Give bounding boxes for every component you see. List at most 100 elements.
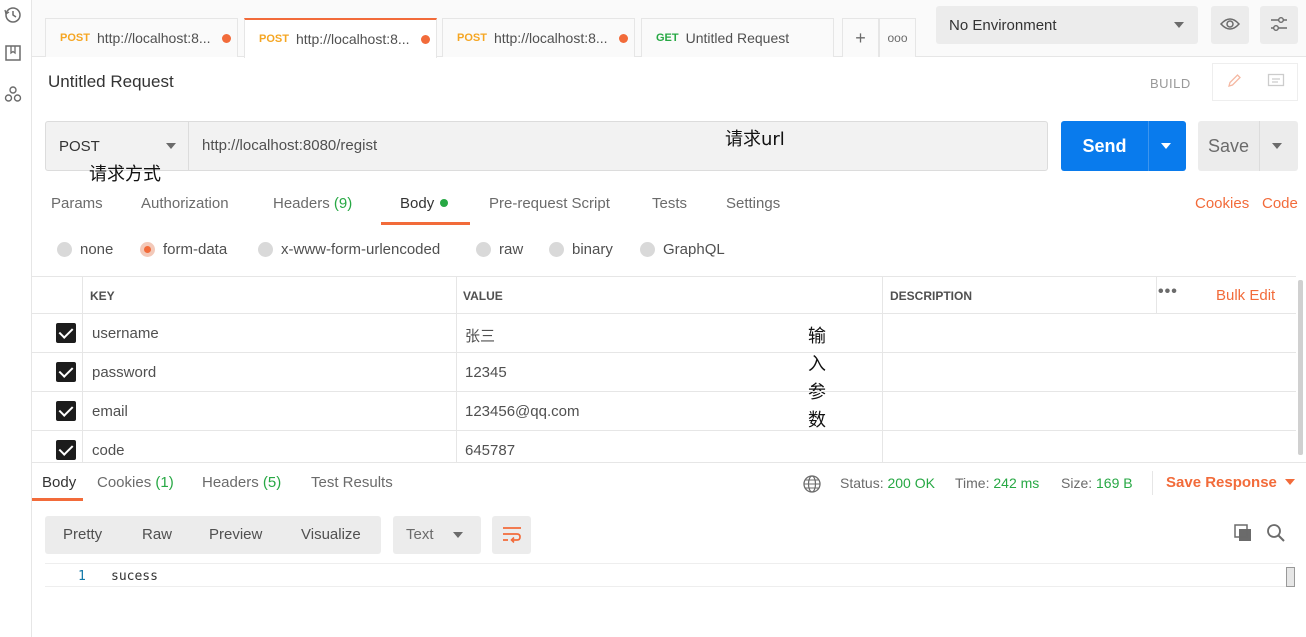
response-tab-headers-label: Headers	[202, 474, 259, 491]
radio-label: form-data	[163, 241, 228, 258]
response-body-text[interactable]: sucess	[111, 569, 158, 584]
chevron-down-icon	[1174, 22, 1184, 28]
response-time: Time: 242 ms	[955, 475, 1039, 491]
row-checkbox[interactable]	[56, 440, 76, 460]
param-key[interactable]: code	[92, 442, 125, 459]
format-value: Text	[406, 526, 434, 543]
time-value[interactable]: 242 ms	[993, 475, 1039, 491]
tab-options-button[interactable]: ooo	[879, 18, 916, 57]
tab-tests[interactable]: Tests	[652, 195, 687, 212]
size-value[interactable]: 169 B	[1096, 475, 1133, 491]
headers-count: (9)	[333, 195, 353, 212]
globe-icon[interactable]	[802, 474, 822, 497]
divider	[1156, 276, 1157, 314]
url-input[interactable]: http://localhost:8080/regist	[202, 137, 377, 154]
response-tab-test-results[interactable]: Test Results	[311, 474, 393, 491]
chevron-down-icon	[453, 532, 463, 538]
response-tab-body[interactable]: Body	[42, 474, 76, 491]
radio-icon	[640, 242, 655, 257]
request-tab[interactable]: POST http://localhost:8...	[45, 18, 238, 57]
body-type-none[interactable]: none	[57, 241, 113, 258]
sliders-icon	[1269, 15, 1289, 36]
response-status: Status: 200 OK	[840, 475, 935, 491]
chevron-down-icon[interactable]	[1272, 143, 1282, 149]
body-type-urlencoded[interactable]: x-www-form-urlencoded	[258, 241, 440, 258]
column-value: VALUE	[463, 289, 503, 303]
param-key[interactable]: password	[92, 364, 156, 381]
tab-headers[interactable]: Headers (9)	[273, 195, 352, 212]
code-link[interactable]: Code	[1262, 195, 1298, 212]
table-header: KEY VALUE DESCRIPTION ••• Bulk Edit	[32, 276, 1296, 314]
response-tab-cookies[interactable]: Cookies (1)	[97, 474, 174, 491]
left-sidebar-rail	[0, 0, 32, 637]
row-checkbox[interactable]	[56, 323, 76, 343]
view-raw[interactable]: Raw	[142, 526, 172, 543]
cookies-link[interactable]: Cookies	[1195, 195, 1249, 212]
tab-method: POST	[259, 33, 289, 45]
tab-pre-request-script[interactable]: Pre-request Script	[489, 195, 610, 212]
chevron-down-icon[interactable]	[1161, 143, 1171, 149]
status-value[interactable]: 200 OK	[887, 475, 934, 491]
bulk-edit-link[interactable]: Bulk Edit	[1216, 287, 1275, 304]
tab-params[interactable]: Params	[51, 195, 103, 212]
tab-authorization[interactable]: Authorization	[141, 195, 229, 212]
request-tab-active[interactable]: POST http://localhost:8...	[244, 18, 437, 58]
response-body-editor[interactable]: 1 sucess	[45, 563, 1293, 587]
more-options-icon[interactable]: •••	[1158, 283, 1178, 301]
param-value[interactable]: 12345	[465, 364, 507, 381]
request-tab[interactable]: GET Untitled Request	[641, 18, 834, 57]
scrollbar[interactable]	[1286, 567, 1295, 587]
scrollbar[interactable]	[1298, 280, 1303, 455]
comments-button[interactable]	[1255, 64, 1297, 100]
annotation-method: 请求方式	[89, 164, 161, 185]
row-checkbox[interactable]	[56, 401, 76, 421]
new-tab-button[interactable]: +	[842, 18, 879, 57]
status-dot-icon	[440, 199, 449, 207]
response-format-select[interactable]: Text	[393, 516, 481, 554]
build-mode-toggle	[1212, 63, 1298, 101]
view-visualize[interactable]: Visualize	[301, 526, 361, 543]
request-title[interactable]: Untitled Request	[48, 72, 174, 92]
save-response-label: Save Response	[1166, 474, 1277, 491]
body-type-form-data[interactable]: form-data	[140, 241, 227, 258]
param-value[interactable]: 645787	[465, 442, 515, 459]
history-icon[interactable]	[4, 6, 22, 24]
view-preview[interactable]: Preview	[209, 526, 262, 543]
unsaved-dot-icon	[222, 34, 231, 43]
tab-body[interactable]: Body	[400, 195, 449, 212]
wrap-lines-icon	[501, 525, 523, 546]
collections-icon[interactable]	[4, 44, 22, 62]
environment-selector[interactable]: No Environment	[936, 6, 1198, 44]
edit-button[interactable]	[1213, 64, 1255, 100]
eye-icon	[1219, 17, 1241, 34]
body-type-raw[interactable]: raw	[476, 241, 523, 258]
radio-icon	[258, 242, 273, 257]
save-button[interactable]: Save	[1198, 121, 1298, 171]
body-type-graphql[interactable]: GraphQL	[640, 241, 725, 258]
send-button[interactable]: Send	[1061, 121, 1186, 171]
tab-url: http://localhost:8...	[295, 31, 410, 47]
tab-method: GET	[656, 32, 679, 44]
body-type-binary[interactable]: binary	[549, 241, 613, 258]
search-icon[interactable]	[1266, 523, 1286, 546]
response-tab-cookies-label: Cookies	[97, 474, 152, 491]
request-tab[interactable]: POST http://localhost:8...	[442, 18, 635, 57]
column-key: KEY	[90, 289, 115, 303]
param-value[interactable]: 123456@qq.com	[465, 403, 579, 420]
unsaved-dot-icon	[619, 34, 628, 43]
wrap-lines-button[interactable]	[492, 516, 531, 554]
param-key[interactable]: email	[92, 403, 128, 420]
response-tab-headers[interactable]: Headers (5)	[202, 474, 281, 491]
divider	[1259, 121, 1260, 171]
radio-selected-icon	[140, 242, 155, 257]
param-key[interactable]: username	[92, 325, 159, 342]
copy-icon[interactable]	[1233, 523, 1253, 546]
apis-icon[interactable]	[4, 85, 22, 103]
param-value[interactable]: 张三	[465, 325, 495, 346]
environment-quick-look-button[interactable]	[1211, 6, 1249, 44]
manage-environments-button[interactable]	[1260, 6, 1298, 44]
tab-settings[interactable]: Settings	[726, 195, 780, 212]
save-response-button[interactable]: Save Response	[1166, 474, 1295, 491]
row-checkbox[interactable]	[56, 362, 76, 382]
view-pretty[interactable]: Pretty	[63, 526, 102, 543]
